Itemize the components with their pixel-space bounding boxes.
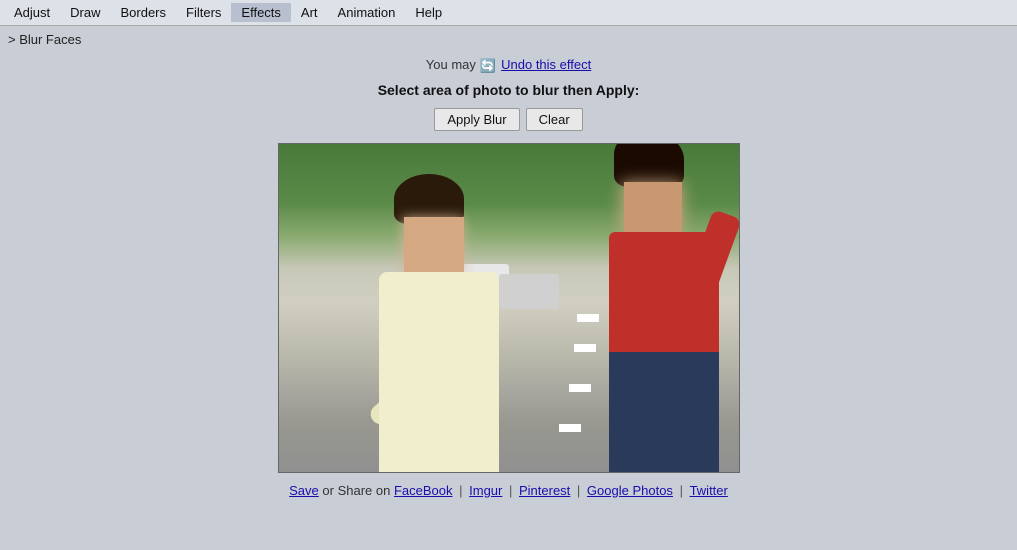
sep4: | [680,483,687,498]
photo-background [279,144,739,472]
menu-bar: Adjust Draw Borders Filters Effects Art … [0,0,1017,26]
person2-hair [614,143,684,187]
undo-prefix: You may [426,57,480,72]
instruction-text: Select area of photo to blur then Apply: [378,82,640,98]
road-line [569,384,591,392]
road-line [574,344,596,352]
road-line [577,314,599,322]
twitter-link[interactable]: Twitter [690,483,728,498]
person2-jeans [609,352,719,472]
breadcrumb: > Blur Faces [0,26,1017,53]
menu-borders[interactable]: Borders [110,3,176,22]
facebook-link[interactable]: FaceBook [394,483,453,498]
undo-line: You may 🔄 Undo this effect [426,57,591,74]
apply-blur-button[interactable]: Apply Blur [434,108,519,131]
road-line [559,424,581,432]
menu-draw[interactable]: Draw [60,3,110,22]
sep3: | [577,483,584,498]
clear-button[interactable]: Clear [526,108,583,131]
menu-effects[interactable]: Effects [231,3,291,22]
menu-animation[interactable]: Animation [328,3,406,22]
sep2: | [509,483,516,498]
imgur-link[interactable]: Imgur [469,483,502,498]
google-photos-link[interactable]: Google Photos [587,483,673,498]
menu-art[interactable]: Art [291,3,328,22]
pinterest-link[interactable]: Pinterest [519,483,570,498]
main-content: You may 🔄 Undo this effect Select area o… [0,53,1017,498]
person1-head [404,217,464,277]
person1 [359,192,519,472]
undo-icon: 🔄 [480,58,496,74]
save-link[interactable]: Save [289,483,319,498]
sep1: | [459,483,466,498]
person2-head [624,182,682,237]
footer-share-text: or Share on [322,483,394,498]
menu-filters[interactable]: Filters [176,3,231,22]
menu-adjust[interactable]: Adjust [4,3,60,22]
person1-body [379,272,499,472]
menu-help[interactable]: Help [405,3,452,22]
button-row: Apply Blur Clear [434,108,582,131]
footer-links: Save or Share on FaceBook | Imgur | Pint… [289,483,728,498]
person2 [599,172,729,472]
photo-canvas[interactable] [278,143,740,473]
undo-link[interactable]: Undo this effect [501,57,591,72]
